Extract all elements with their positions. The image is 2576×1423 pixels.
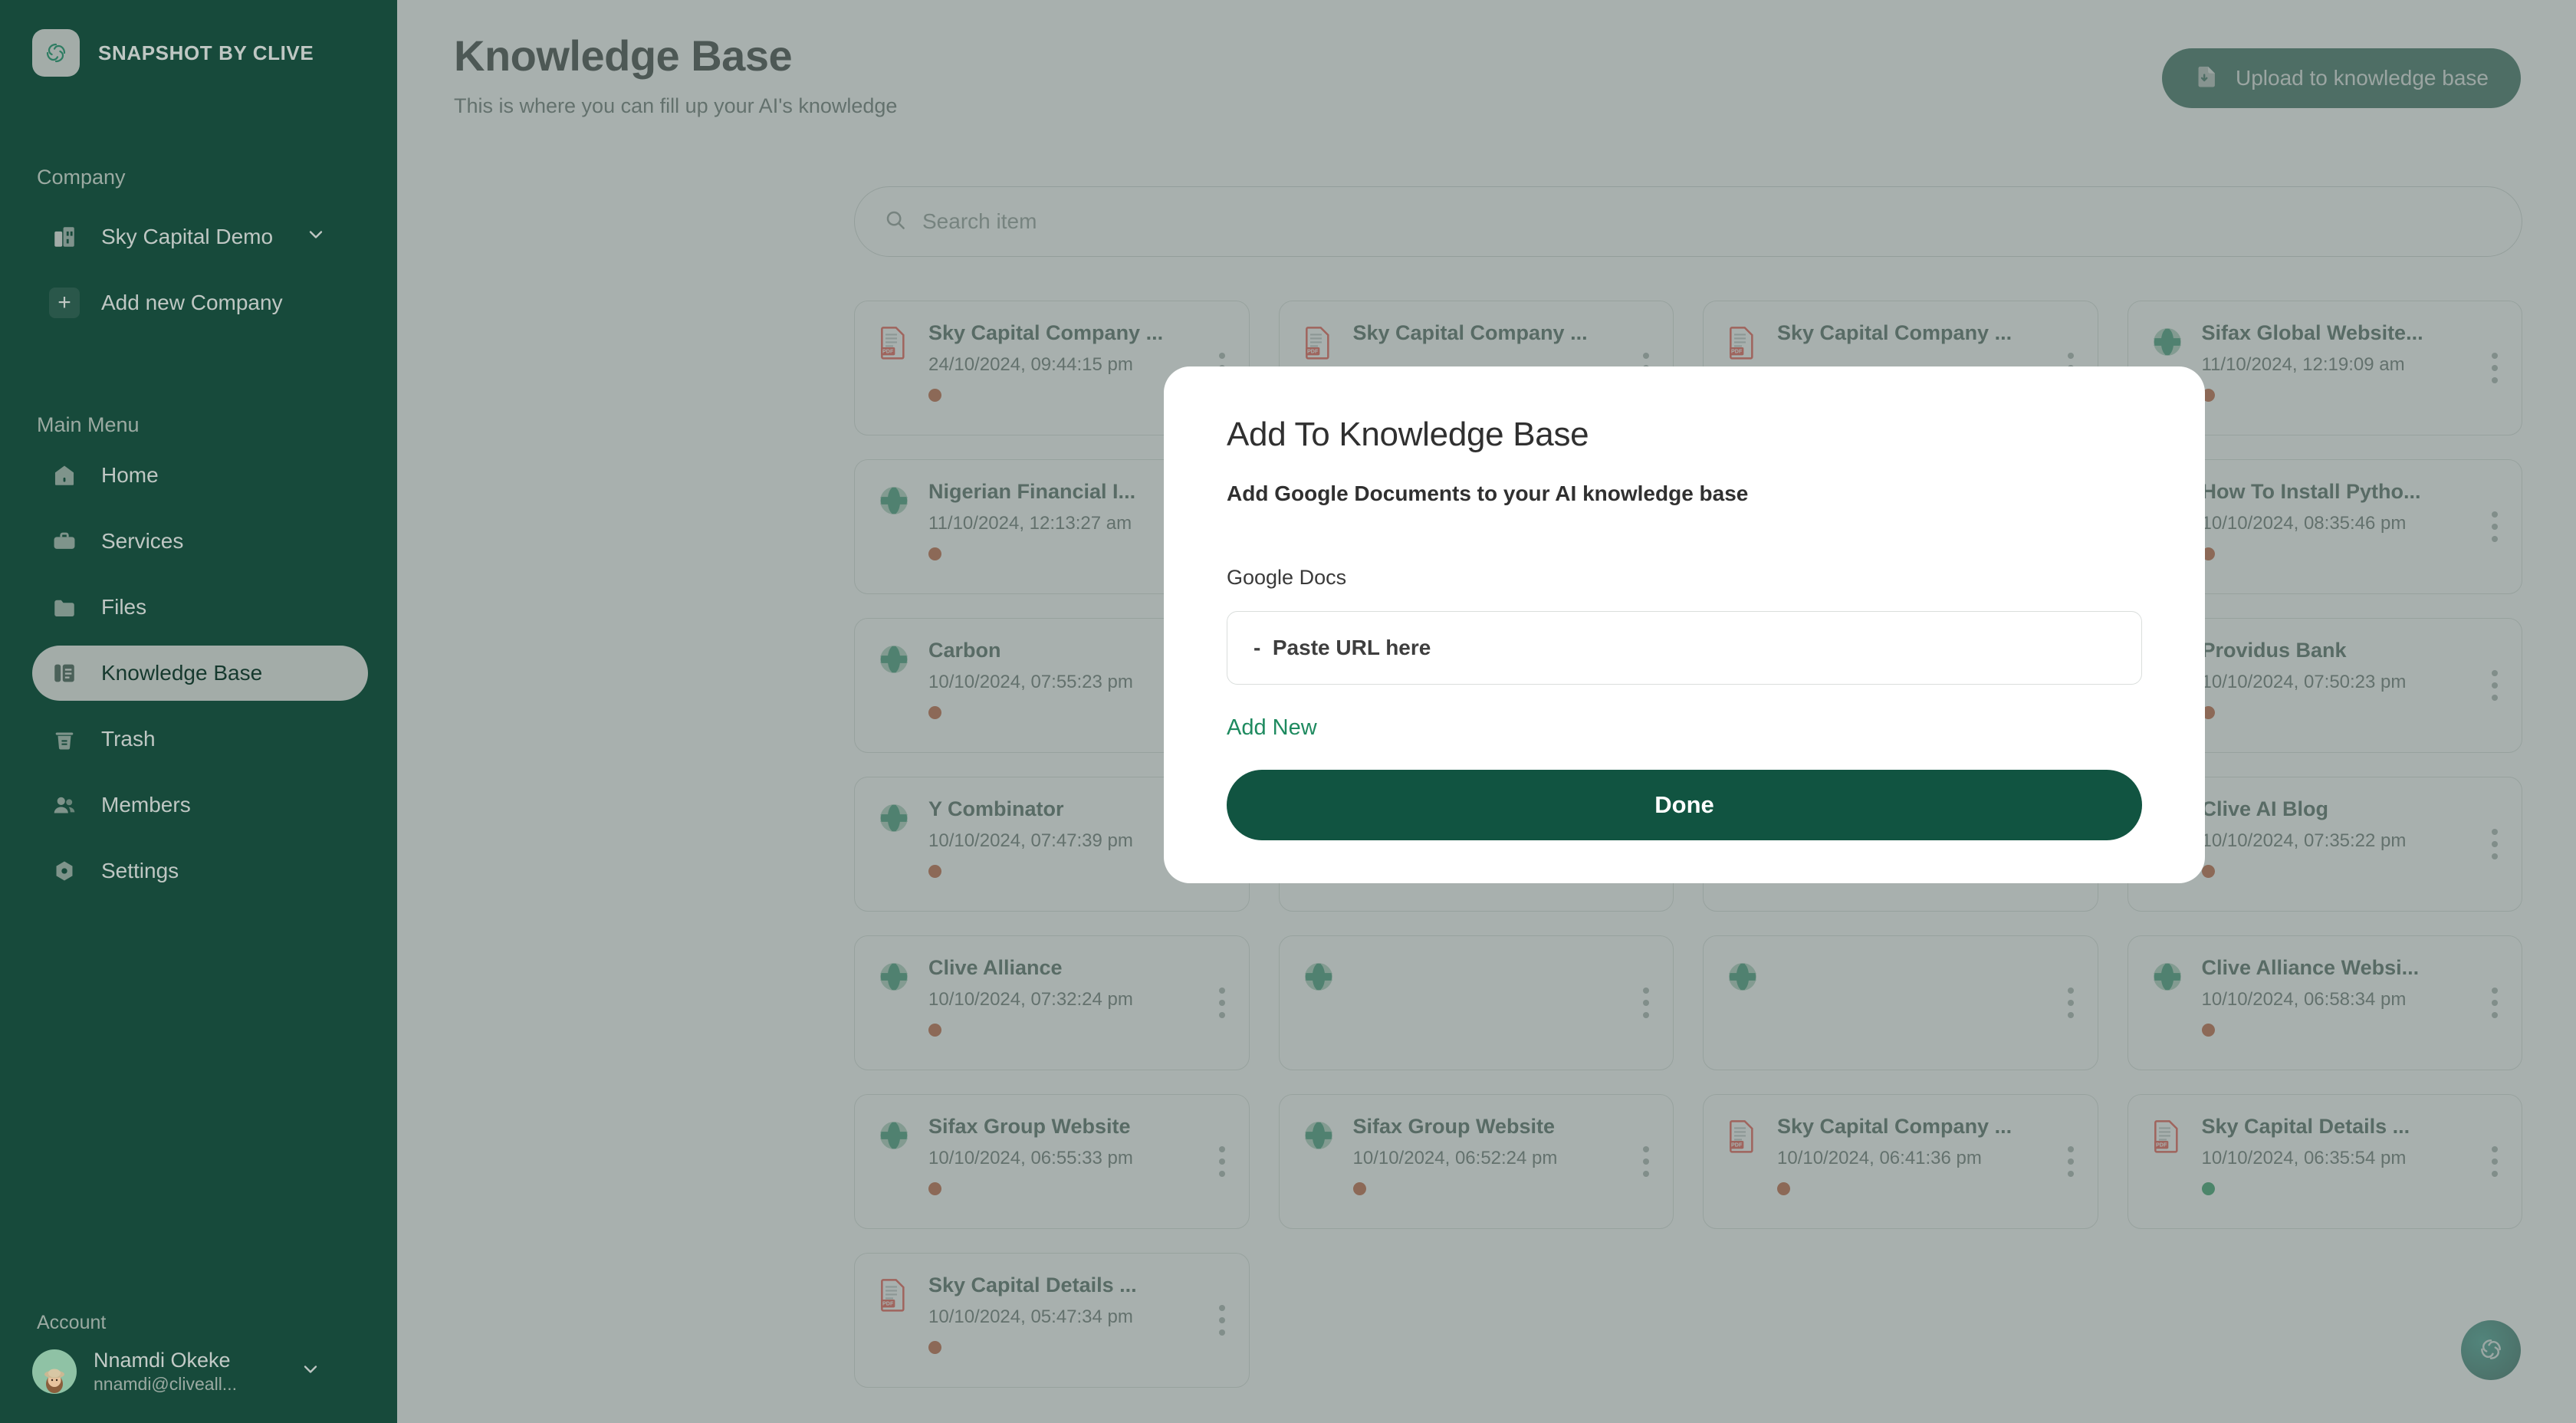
brand: SNAPSHOT BY CLIVE bbox=[0, 0, 397, 77]
building-icon bbox=[49, 222, 80, 252]
account-section-label: Account bbox=[37, 1311, 107, 1333]
sidebar-item-members[interactable]: Members bbox=[32, 777, 368, 833]
sidebar-item-label: Members bbox=[101, 793, 191, 817]
knowledge-base-icon bbox=[49, 658, 80, 688]
folder-icon bbox=[49, 592, 80, 623]
sidebar-item-home[interactable]: Home bbox=[32, 448, 368, 503]
main-menu-label: Main Menu bbox=[37, 413, 140, 436]
app-root: SNAPSHOT BY CLIVE Company Sky Capital De… bbox=[0, 0, 2576, 1423]
company-selector[interactable]: Sky Capital Demo bbox=[32, 209, 368, 265]
services-icon bbox=[49, 526, 80, 557]
add-to-knowledge-base-dialog: Add To Knowledge Base Add Google Documen… bbox=[1164, 366, 2205, 883]
sidebar-item-files[interactable]: Files bbox=[32, 580, 368, 635]
trash-icon bbox=[49, 724, 80, 754]
chevron-down-icon bbox=[305, 224, 327, 251]
add-new-company-button[interactable]: + Add new Company bbox=[32, 275, 368, 330]
account-switcher[interactable]: Nnamdi Okeke nnamdi@cliveall... bbox=[0, 1334, 397, 1396]
add-new-button[interactable]: Add New bbox=[1227, 715, 1317, 741]
url-input-wrapper[interactable] bbox=[1227, 611, 2142, 685]
company-section-label: Company bbox=[37, 166, 126, 189]
avatar bbox=[32, 1349, 77, 1394]
sidebar-menu: Home Services Files Knowledge Base Trash… bbox=[0, 448, 397, 899]
members-icon bbox=[49, 790, 80, 820]
company-name: Sky Capital Demo bbox=[101, 225, 274, 248]
clive-logo-icon bbox=[32, 29, 80, 77]
sidebar-item-knowledge-base[interactable]: Knowledge Base bbox=[32, 646, 368, 701]
done-button[interactable]: Done bbox=[1227, 770, 2142, 840]
paste-url-input[interactable] bbox=[1254, 636, 2115, 660]
google-docs-field-label: Google Docs bbox=[1227, 566, 1347, 589]
home-icon bbox=[49, 460, 80, 491]
main-content: Knowledge Base This is where you can fil… bbox=[397, 0, 2576, 1423]
sidebar-item-services[interactable]: Services bbox=[32, 514, 368, 569]
account-email: nnamdi@cliveall... bbox=[94, 1374, 237, 1395]
brand-name: SNAPSHOT BY CLIVE bbox=[98, 41, 314, 64]
sidebar-item-label: Knowledge Base bbox=[101, 661, 263, 685]
sidebar-item-label: Home bbox=[101, 463, 159, 487]
sidebar: SNAPSHOT BY CLIVE Company Sky Capital De… bbox=[0, 0, 397, 1423]
sidebar-item-settings[interactable]: Settings bbox=[32, 843, 368, 899]
settings-icon bbox=[49, 856, 80, 886]
account-name: Nnamdi Okeke bbox=[94, 1348, 231, 1372]
sidebar-item-label: Trash bbox=[101, 727, 156, 751]
sidebar-item-label: Files bbox=[101, 595, 147, 619]
plus-icon: + bbox=[49, 288, 80, 318]
dialog-title: Add To Knowledge Base bbox=[1227, 416, 1589, 453]
account-block: Account Nnamdi Okeke nnamdi@cliveall... bbox=[0, 1312, 397, 1396]
sidebar-item-trash[interactable]: Trash bbox=[32, 712, 368, 767]
add-new-company-label: Add new Company bbox=[101, 291, 283, 314]
chevron-down-icon bbox=[300, 1359, 321, 1384]
dialog-subtitle: Add Google Documents to your AI knowledg… bbox=[1227, 481, 1749, 505]
sidebar-item-label: Services bbox=[101, 529, 184, 553]
sidebar-item-label: Settings bbox=[101, 859, 179, 882]
